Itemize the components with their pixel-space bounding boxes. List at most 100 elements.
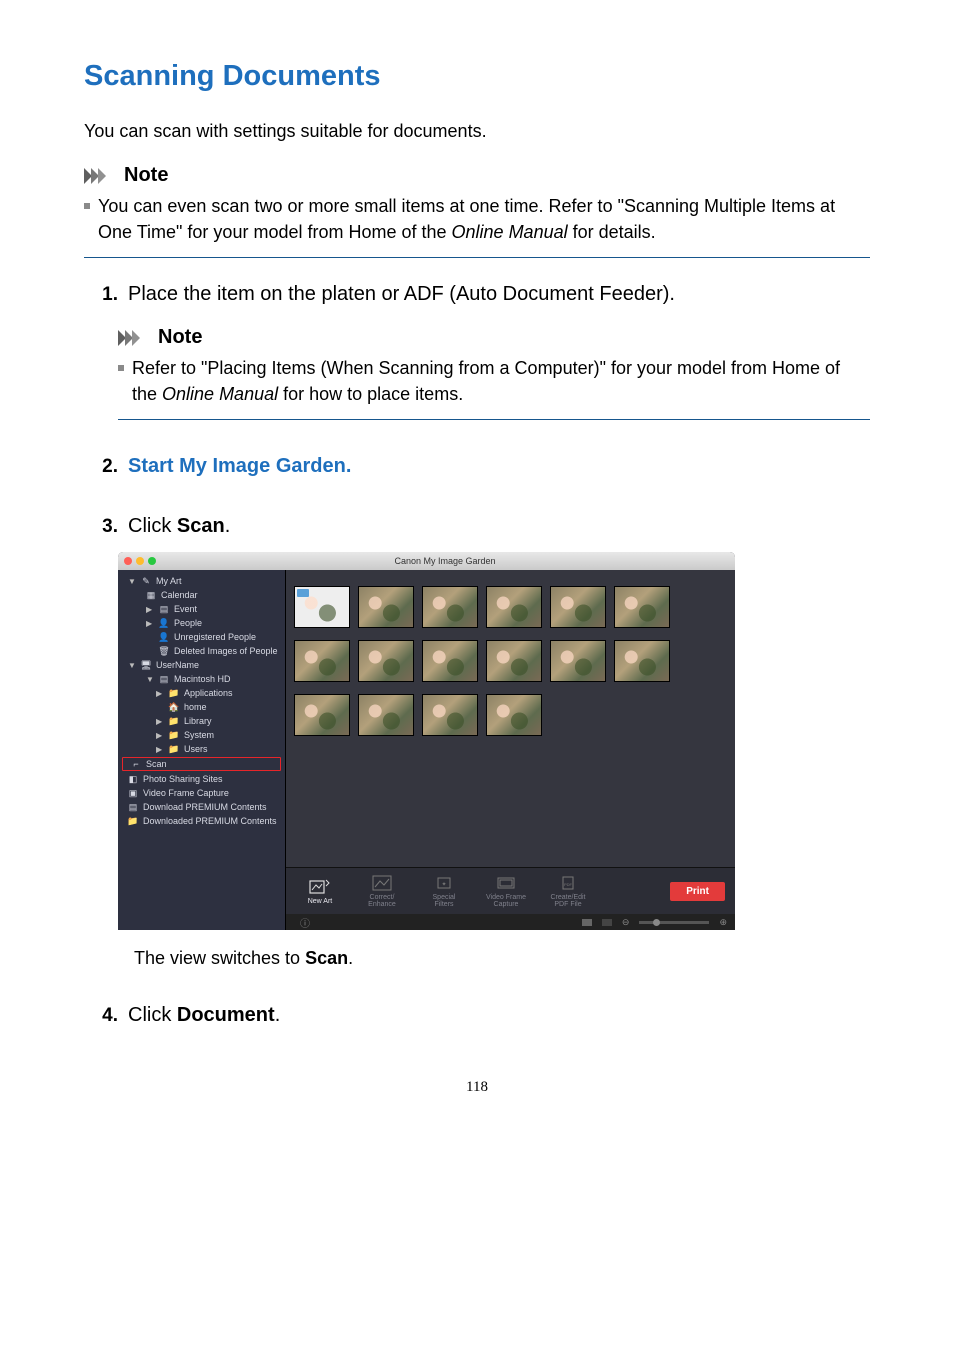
- sidebar-item-applications[interactable]: ▶📁Applications: [118, 686, 285, 700]
- sidebar-item-unregistered[interactable]: 👤Unregistered People: [118, 630, 285, 644]
- thumbnail[interactable]: [358, 586, 414, 628]
- sidebar-item-photo-sharing[interactable]: ◧Photo Sharing Sites: [118, 772, 285, 786]
- thumbnail[interactable]: [422, 586, 478, 628]
- app-window: Canon My Image Garden ▼✎My Art ▦Calendar…: [118, 552, 735, 930]
- step-number: 1.: [84, 284, 118, 306]
- thumbnail[interactable]: [422, 694, 478, 736]
- note-heading-text: Note: [124, 164, 168, 187]
- sidebar-item-macintosh-hd[interactable]: ▼▤Macintosh HD: [118, 672, 285, 686]
- note-heading: Note: [84, 164, 870, 187]
- sub-note-body: Refer to "Placing Items (When Scanning f…: [118, 355, 870, 407]
- sidebar-item-scan[interactable]: ⌐Scan: [122, 757, 281, 771]
- step-text-bold: Document: [177, 1004, 275, 1026]
- sidebar-item-system[interactable]: ▶📁System: [118, 728, 285, 742]
- note-arrows-icon: [118, 330, 152, 346]
- svg-text:✦: ✦: [441, 881, 446, 888]
- sidebar-item-label: People: [174, 618, 202, 628]
- thumbnail[interactable]: [294, 586, 350, 628]
- create-edit-pdf-button[interactable]: PDF Create/Edit PDF File: [544, 874, 592, 908]
- zoom-in-icon[interactable]: ⊕: [719, 917, 727, 928]
- scanner-icon: ⌐: [131, 759, 141, 769]
- button-label: Create/Edit PDF File: [550, 894, 585, 908]
- sidebar-item-library[interactable]: ▶📁Library: [118, 714, 285, 728]
- sidebar-item-video-frame[interactable]: ▣Video Frame Capture: [118, 786, 285, 800]
- correct-icon: [371, 874, 393, 892]
- zoom-slider[interactable]: [639, 921, 709, 924]
- correct-enhance-button[interactable]: Correct/ Enhance: [358, 874, 406, 908]
- note-arrows-icon: [84, 168, 118, 184]
- print-button[interactable]: Print: [670, 882, 725, 901]
- sidebar-item-label: Downloaded PREMIUM Contents: [143, 816, 277, 826]
- step-text-bold: Scan: [177, 515, 225, 537]
- sidebar-item-people[interactable]: ▶👤People: [118, 616, 285, 630]
- sidebar-item-label: Video Frame Capture: [143, 788, 229, 798]
- sidebar-item-users[interactable]: ▶📁Users: [118, 742, 285, 756]
- thumbnail[interactable]: [294, 640, 350, 682]
- titlebar: Canon My Image Garden: [118, 552, 735, 570]
- note-body-em: Online Manual: [452, 222, 568, 242]
- step-text: Click Scan.: [128, 512, 230, 540]
- step-result-text: The view switches to Scan.: [134, 948, 870, 969]
- sidebar-item-label: Applications: [184, 688, 233, 698]
- step-1: 1. Place the item on the platen or ADF (…: [84, 280, 870, 420]
- result-pre: The view switches to: [134, 948, 305, 968]
- sidebar-item-label: Calendar: [161, 590, 198, 600]
- sidebar-item-home[interactable]: 🏠home: [118, 700, 285, 714]
- step-text-pre: Click: [128, 515, 177, 537]
- step-text: Start My Image Garden.: [128, 452, 351, 480]
- special-filters-button[interactable]: ✦ Special Filters: [420, 874, 468, 908]
- thumbnail[interactable]: [294, 694, 350, 736]
- close-icon[interactable]: [124, 557, 132, 565]
- sidebar-item-label: System: [184, 730, 214, 740]
- thumbnail[interactable]: [422, 640, 478, 682]
- bottom-toolbar: New Art Correct/ Enhance ✦ Special Filte…: [286, 867, 735, 914]
- thumbnail[interactable]: [614, 586, 670, 628]
- thumbnail[interactable]: [614, 640, 670, 682]
- sidebar-item-event[interactable]: ▶▤Event: [118, 602, 285, 616]
- thumbnail-grid: [286, 570, 735, 752]
- result-post: .: [348, 948, 353, 968]
- sidebar: ▼✎My Art ▦Calendar ▶▤Event ▶👤People 👤Unr…: [118, 570, 286, 930]
- start-my-image-garden-link[interactable]: Start My Image Garden.: [128, 455, 351, 477]
- view-mode-icon[interactable]: [582, 919, 592, 926]
- sidebar-item-deleted[interactable]: 🗑Deleted Images of People: [118, 644, 285, 658]
- thumbnail[interactable]: [486, 640, 542, 682]
- step-number: 2.: [84, 456, 118, 478]
- info-icon[interactable]: ⓘ: [300, 915, 310, 930]
- traffic-lights[interactable]: [124, 557, 156, 565]
- thumbnail[interactable]: [486, 586, 542, 628]
- sub-note-block: Note Refer to "Placing Items (When Scann…: [118, 326, 870, 420]
- thumbnail[interactable]: [550, 586, 606, 628]
- sidebar-item-label: UserName: [156, 660, 199, 670]
- sidebar-item-username[interactable]: ▼🖥UserName: [118, 658, 285, 672]
- thumbnail[interactable]: [486, 694, 542, 736]
- sidebar-item-label: Deleted Images of People: [174, 646, 278, 656]
- video-icon: [495, 874, 517, 892]
- thumbnail[interactable]: [358, 640, 414, 682]
- step-text: Click Document.: [128, 1001, 280, 1029]
- sidebar-item-label: Library: [184, 716, 212, 726]
- step-text-post: .: [225, 515, 231, 537]
- sidebar-item-download-premium[interactable]: ▤Download PREMIUM Contents: [118, 800, 285, 814]
- thumbnail[interactable]: [550, 640, 606, 682]
- step-2: 2. Start My Image Garden.: [84, 452, 870, 480]
- sub-note-heading-text: Note: [158, 326, 202, 349]
- button-label: Special Filters: [433, 894, 456, 908]
- app-window-title: Canon My Image Garden: [394, 556, 495, 566]
- step-text-pre: Click: [128, 1004, 177, 1026]
- view-mode-icon[interactable]: [602, 919, 612, 926]
- pdf-icon: PDF: [557, 874, 579, 892]
- button-label: Correct/ Enhance: [368, 894, 396, 908]
- step-number: 4.: [84, 1005, 118, 1027]
- sidebar-item-my-art[interactable]: ▼✎My Art: [118, 574, 285, 588]
- folder-icon: 📁: [169, 744, 179, 754]
- note-body-post: for details.: [568, 222, 656, 242]
- thumbnail[interactable]: [358, 694, 414, 736]
- sidebar-item-calendar[interactable]: ▦Calendar: [118, 588, 285, 602]
- zoom-out-icon[interactable]: ⊖: [622, 917, 630, 928]
- zoom-icon[interactable]: [148, 557, 156, 565]
- new-art-button[interactable]: New Art: [296, 878, 344, 905]
- minimize-icon[interactable]: [136, 557, 144, 565]
- sidebar-item-downloaded-premium[interactable]: 📁Downloaded PREMIUM Contents: [118, 814, 285, 828]
- video-frame-capture-button[interactable]: Video Frame Capture: [482, 874, 530, 908]
